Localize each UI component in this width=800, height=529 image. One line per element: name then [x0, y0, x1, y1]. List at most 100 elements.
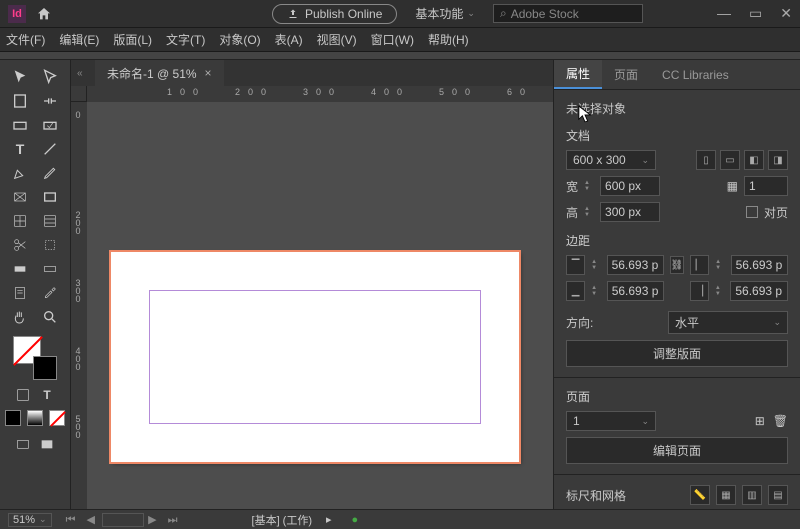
- view-mode-normal-icon[interactable]: [13, 434, 33, 456]
- margin-bottom-input[interactable]: 56.693 p: [607, 281, 665, 301]
- height-spinner[interactable]: ▲▼: [584, 206, 594, 218]
- gradient-feather-tool[interactable]: [36, 258, 64, 280]
- error-icon[interactable]: ●: [352, 514, 359, 526]
- apply-gradient-icon[interactable]: [27, 410, 43, 426]
- hand-tool[interactable]: [6, 306, 34, 328]
- page-tool[interactable]: [6, 90, 34, 112]
- note-tool[interactable]: [6, 282, 34, 304]
- orientation-portrait-icon[interactable]: ▯: [696, 150, 716, 170]
- grid-icon-3[interactable]: ▤: [768, 485, 788, 505]
- width-input[interactable]: 600 px: [600, 176, 660, 196]
- menu-layout[interactable]: 版面(L): [113, 31, 152, 48]
- grid-tool[interactable]: [6, 210, 34, 232]
- margin-top-input[interactable]: 56.693 p: [607, 255, 664, 275]
- gradient-swatch-tool[interactable]: [6, 258, 34, 280]
- type-tool[interactable]: T: [6, 138, 34, 160]
- first-page-icon[interactable]: ⏮: [62, 514, 80, 526]
- panel-collapse-icon[interactable]: «: [77, 68, 89, 79]
- width-spinner[interactable]: ▲▼: [584, 180, 594, 192]
- rectangle-tool[interactable]: [36, 186, 64, 208]
- selection-tool[interactable]: [6, 66, 34, 88]
- link-margins-icon[interactable]: ⛓: [670, 256, 684, 274]
- close-tab-icon[interactable]: ×: [205, 66, 212, 80]
- menu-object[interactable]: 对象(O): [219, 31, 260, 48]
- eyedropper-tool[interactable]: [36, 282, 64, 304]
- edit-page-button[interactable]: 编辑页面: [566, 437, 788, 464]
- workspace-dropdown[interactable]: 基本功能 ⌄: [415, 5, 475, 22]
- zoom-dropdown[interactable]: 51%⌄: [8, 513, 52, 527]
- document-tab[interactable]: 未命名-1 @ 51% ×: [95, 60, 224, 86]
- search-placeholder: Adobe Stock: [511, 7, 579, 21]
- format-text-icon[interactable]: T: [38, 386, 56, 404]
- pages-input[interactable]: 1: [744, 176, 788, 196]
- margin-bottom-spinner[interactable]: ▲▼: [591, 285, 601, 297]
- pencil-tool[interactable]: [36, 162, 64, 184]
- tab-cc-libraries[interactable]: CC Libraries: [650, 60, 741, 89]
- grid-icon-2[interactable]: ▥: [742, 485, 762, 505]
- publish-online-button[interactable]: Publish Online: [272, 4, 397, 24]
- margin-left-input[interactable]: 56.693 p: [731, 255, 788, 275]
- zoom-tool[interactable]: [36, 306, 64, 328]
- grid-frame-tool[interactable]: [36, 210, 64, 232]
- apply-color-icon[interactable]: [5, 410, 21, 426]
- binding-left-icon[interactable]: ◧: [744, 150, 764, 170]
- next-page-icon[interactable]: ▶: [144, 514, 160, 526]
- rectangle-frame-tool[interactable]: [6, 186, 34, 208]
- facing-pages-checkbox[interactable]: [746, 206, 758, 218]
- orientation-landscape-icon[interactable]: ▭: [720, 150, 740, 170]
- horizontal-ruler[interactable]: 100 200 300 400 500 60: [87, 86, 553, 102]
- apply-none-icon[interactable]: [49, 410, 65, 426]
- orientation-dropdown[interactable]: 水平⌄: [668, 311, 788, 334]
- ruler-origin[interactable]: [71, 86, 87, 102]
- status-menu-icon[interactable]: ▸: [326, 513, 332, 526]
- stock-search-input[interactable]: ⌕ Adobe Stock: [493, 4, 643, 23]
- page-field[interactable]: [102, 513, 144, 527]
- line-tool[interactable]: [36, 138, 64, 160]
- page-preset-dropdown[interactable]: 600 x 300⌄: [566, 150, 656, 170]
- minimize-button[interactable]: —: [717, 5, 731, 22]
- menu-edit[interactable]: 编辑(E): [59, 31, 99, 48]
- menu-view[interactable]: 视图(V): [317, 31, 357, 48]
- scissors-tool[interactable]: [6, 234, 34, 256]
- fill-stroke-swatch[interactable]: [13, 336, 57, 380]
- delete-page-icon[interactable]: 🗑: [773, 414, 788, 428]
- tab-properties[interactable]: 属性: [554, 60, 602, 89]
- margin-guides: [149, 290, 481, 424]
- ruler-icon[interactable]: 📏: [690, 485, 710, 505]
- menu-table[interactable]: 表(A): [275, 31, 303, 48]
- margin-left-spinner[interactable]: ▲▼: [715, 259, 724, 271]
- height-input[interactable]: 300 px: [600, 202, 660, 222]
- margin-top-spinner[interactable]: ▲▼: [591, 259, 600, 271]
- view-mode-preview-icon[interactable]: [37, 434, 57, 456]
- last-page-icon[interactable]: ⏭: [164, 514, 182, 526]
- gap-tool[interactable]: [36, 90, 64, 112]
- menu-type[interactable]: 文字(T): [166, 31, 205, 48]
- page-number-dropdown[interactable]: 1⌄: [566, 411, 656, 431]
- margin-right-spinner[interactable]: ▲▼: [715, 285, 725, 297]
- format-container-icon[interactable]: [14, 386, 32, 404]
- free-transform-tool[interactable]: [36, 234, 64, 256]
- menu-help[interactable]: 帮助(H): [428, 31, 469, 48]
- upload-icon: [287, 8, 299, 20]
- prev-page-icon[interactable]: ◀: [83, 514, 99, 526]
- content-collector-tool[interactable]: [6, 114, 34, 136]
- home-icon[interactable]: [36, 6, 52, 22]
- binding-right-icon[interactable]: ◨: [768, 150, 788, 170]
- vertical-ruler[interactable]: 0 200 300 400 500: [71, 102, 87, 509]
- content-placer-tool[interactable]: [36, 114, 64, 136]
- page-nav: ⏮ ◀ ▶ ⏭: [62, 513, 182, 527]
- page-1[interactable]: [111, 252, 519, 462]
- canvas[interactable]: [87, 102, 553, 509]
- menu-window[interactable]: 窗口(W): [371, 31, 414, 48]
- pen-tool[interactable]: [6, 162, 34, 184]
- toolbox: T: [0, 60, 71, 509]
- grid-icon-1[interactable]: ▦: [716, 485, 736, 505]
- new-page-icon[interactable]: ⊞: [755, 414, 765, 428]
- close-button[interactable]: ✕: [780, 5, 792, 22]
- maximize-button[interactable]: ▭: [749, 5, 762, 22]
- margin-right-input[interactable]: 56.693 p: [730, 281, 788, 301]
- direct-selection-tool[interactable]: [36, 66, 64, 88]
- menu-file[interactable]: 文件(F): [6, 31, 45, 48]
- tab-pages[interactable]: 页面: [602, 60, 650, 89]
- adjust-layout-button[interactable]: 调整版面: [566, 340, 788, 367]
